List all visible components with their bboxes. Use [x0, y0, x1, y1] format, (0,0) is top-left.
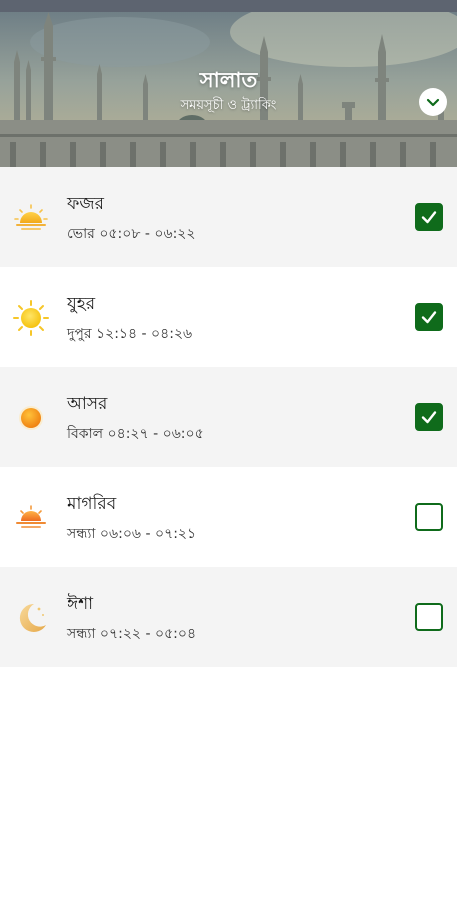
prayer-time: সন্ধ্যা ০৬:০৬ - ০৭:২১ — [67, 526, 197, 542]
sunrise-icon — [14, 204, 48, 230]
page-subtitle: সময়সূচী ও ট্র্যাকিং — [180, 98, 277, 113]
prayer-name: ফজর — [67, 194, 104, 214]
prayer-time: দুপুর ১২:১৪ - ০৪:২৬ — [67, 326, 193, 342]
chevron-down-icon — [426, 98, 440, 107]
sun-icon — [13, 300, 49, 336]
afternoon-sun-icon — [19, 406, 43, 430]
prayer-name: আসর — [67, 394, 108, 414]
collapse-button[interactable] — [419, 88, 447, 116]
prayer-checkbox[interactable] — [415, 203, 443, 231]
prayer-name: ঈশা — [67, 594, 94, 614]
prayer-checkbox[interactable] — [415, 503, 443, 531]
header-banner: সালাত সময়সূচী ও ট্র্যাকিং — [0, 12, 457, 167]
checkmark-icon — [421, 311, 437, 324]
prayer-checkbox[interactable] — [415, 603, 443, 631]
checkmark-icon — [421, 211, 437, 224]
prayer-list: ফজর ভোর ০৫:০৮ - ০৬:২২ যুহর দুপুর ১২:১৪ -… — [0, 167, 457, 667]
prayer-row-maghrib[interactable]: মাগরিব সন্ধ্যা ০৬:০৬ - ০৭:২১ — [0, 467, 457, 567]
prayer-row-fajr[interactable]: ফজর ভোর ০৫:০৮ - ০৬:২২ — [0, 167, 457, 267]
prayer-time: সন্ধ্যা ০৭:২২ - ০৫:০৪ — [67, 626, 197, 642]
status-bar — [0, 0, 457, 12]
prayer-name: যুহর — [67, 294, 96, 314]
prayer-name: মাগরিব — [67, 494, 117, 514]
prayer-time: বিকাল ০৪:২৭ - ০৬:০৫ — [67, 426, 204, 442]
checkmark-icon — [421, 411, 437, 424]
prayer-row-asr[interactable]: আসর বিকাল ০৪:২৭ - ০৬:০৫ — [0, 367, 457, 467]
prayer-row-isha[interactable]: ঈশা সন্ধ্যা ০৭:২২ - ০৫:০৪ — [0, 567, 457, 667]
prayer-checkbox[interactable] — [415, 303, 443, 331]
page-title: সালাত — [199, 68, 258, 92]
prayer-checkbox[interactable] — [415, 403, 443, 431]
prayer-time: ভোর ০৫:০৮ - ০৬:২২ — [67, 226, 196, 242]
prayer-row-dhuhr[interactable]: যুহর দুপুর ১২:১৪ - ০৪:২৬ — [0, 267, 457, 367]
sunset-icon — [16, 505, 46, 528]
crescent-moon-icon — [19, 603, 46, 632]
